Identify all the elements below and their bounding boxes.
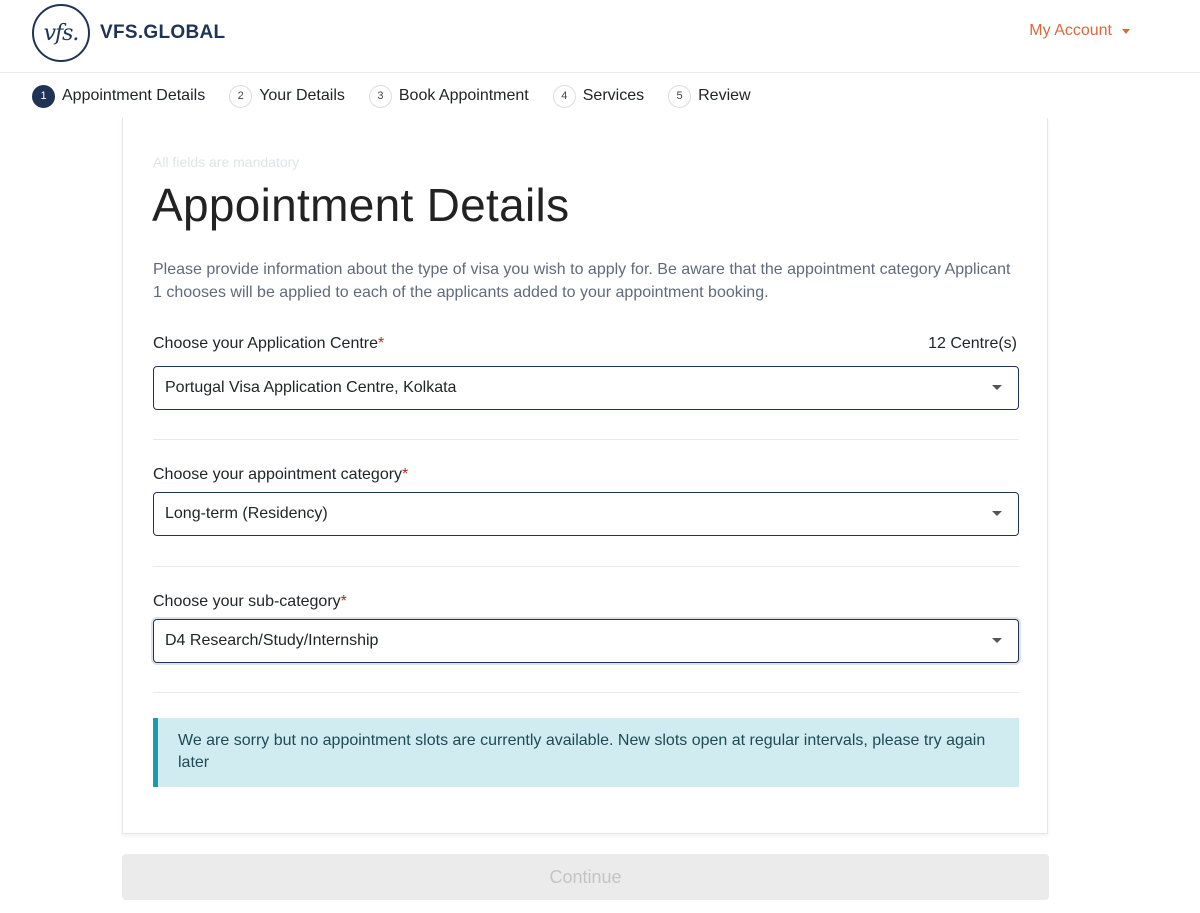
step-label: Services	[582, 87, 645, 104]
appointment-category-value: Long-term (Residency)	[165, 505, 328, 522]
vfs-logo-mark-text: vfs.	[43, 20, 80, 46]
divider	[153, 566, 1019, 567]
vfs-logo[interactable]: vfs. VFS.GLOBAL	[32, 4, 225, 62]
caret-down-icon	[992, 385, 1002, 390]
step-appointment-details: 1 Appointment Details	[32, 84, 206, 108]
vfs-logo-text: VFS.GLOBAL	[100, 22, 226, 43]
step-your-details: 2 Your Details	[229, 84, 345, 108]
step-label: Review	[698, 87, 751, 104]
caret-down-icon	[992, 638, 1002, 643]
form-description: Please provide information about the typ…	[153, 261, 1011, 301]
step-label: Your Details	[259, 87, 345, 104]
step-number: 4	[552, 84, 576, 108]
subcategory-label-text: Choose your sub-category	[153, 593, 341, 610]
mandatory-note: All fields are mandatory	[153, 154, 300, 170]
subcategory-field-label: Choose your sub-category*	[153, 593, 347, 611]
divider	[153, 439, 1019, 440]
centre-count: 12 Centre(s)	[928, 335, 1017, 352]
appointment-form-card: All fields are mandatory Appointment Det…	[122, 118, 1048, 834]
step-review: 5 Review	[668, 84, 751, 108]
appointment-category-select[interactable]: Long-term (Residency)	[153, 492, 1019, 536]
no-slots-alert: We are sorry but no appointment slots ar…	[153, 718, 1019, 787]
continue-button[interactable]: Continue	[122, 854, 1049, 900]
step-label: Appointment Details	[62, 87, 206, 104]
required-marker: *	[402, 466, 409, 483]
step-services: 4 Services	[552, 84, 645, 108]
progress-steps: 1 Appointment Details 2 Your Details 3 B…	[32, 84, 775, 108]
step-book-appointment: 3 Book Appointment	[368, 84, 529, 108]
header: vfs. VFS.GLOBAL My Account	[0, 0, 1200, 73]
step-label: Book Appointment	[398, 87, 529, 104]
caret-down-icon	[1122, 28, 1130, 34]
application-centre-select[interactable]: Portugal Visa Application Centre, Kolkat…	[153, 366, 1019, 410]
category-field-label: Choose your appointment category*	[153, 466, 408, 484]
my-account-dropdown[interactable]: My Account	[1029, 22, 1130, 40]
required-marker: *	[378, 335, 385, 352]
sub-category-value: D4 Research/Study/Internship	[165, 632, 379, 649]
sub-category-select[interactable]: D4 Research/Study/Internship	[153, 619, 1019, 663]
vfs-logo-mark: vfs.	[32, 4, 90, 62]
step-number: 3	[368, 84, 392, 108]
my-account-label: My Account	[1029, 22, 1112, 39]
required-marker: *	[340, 593, 347, 610]
centre-field-label: Choose your Application Centre*	[153, 335, 384, 353]
page-title: Appointment Details	[152, 179, 570, 231]
centre-label-text: Choose your Application Centre	[153, 335, 379, 352]
caret-down-icon	[992, 511, 1002, 516]
category-label-text: Choose your appointment category	[153, 466, 403, 483]
step-number: 5	[668, 84, 692, 108]
divider	[153, 692, 1019, 693]
step-number: 1	[32, 84, 55, 108]
application-centre-value: Portugal Visa Application Centre, Kolkat…	[165, 379, 457, 396]
step-number: 2	[229, 84, 253, 108]
